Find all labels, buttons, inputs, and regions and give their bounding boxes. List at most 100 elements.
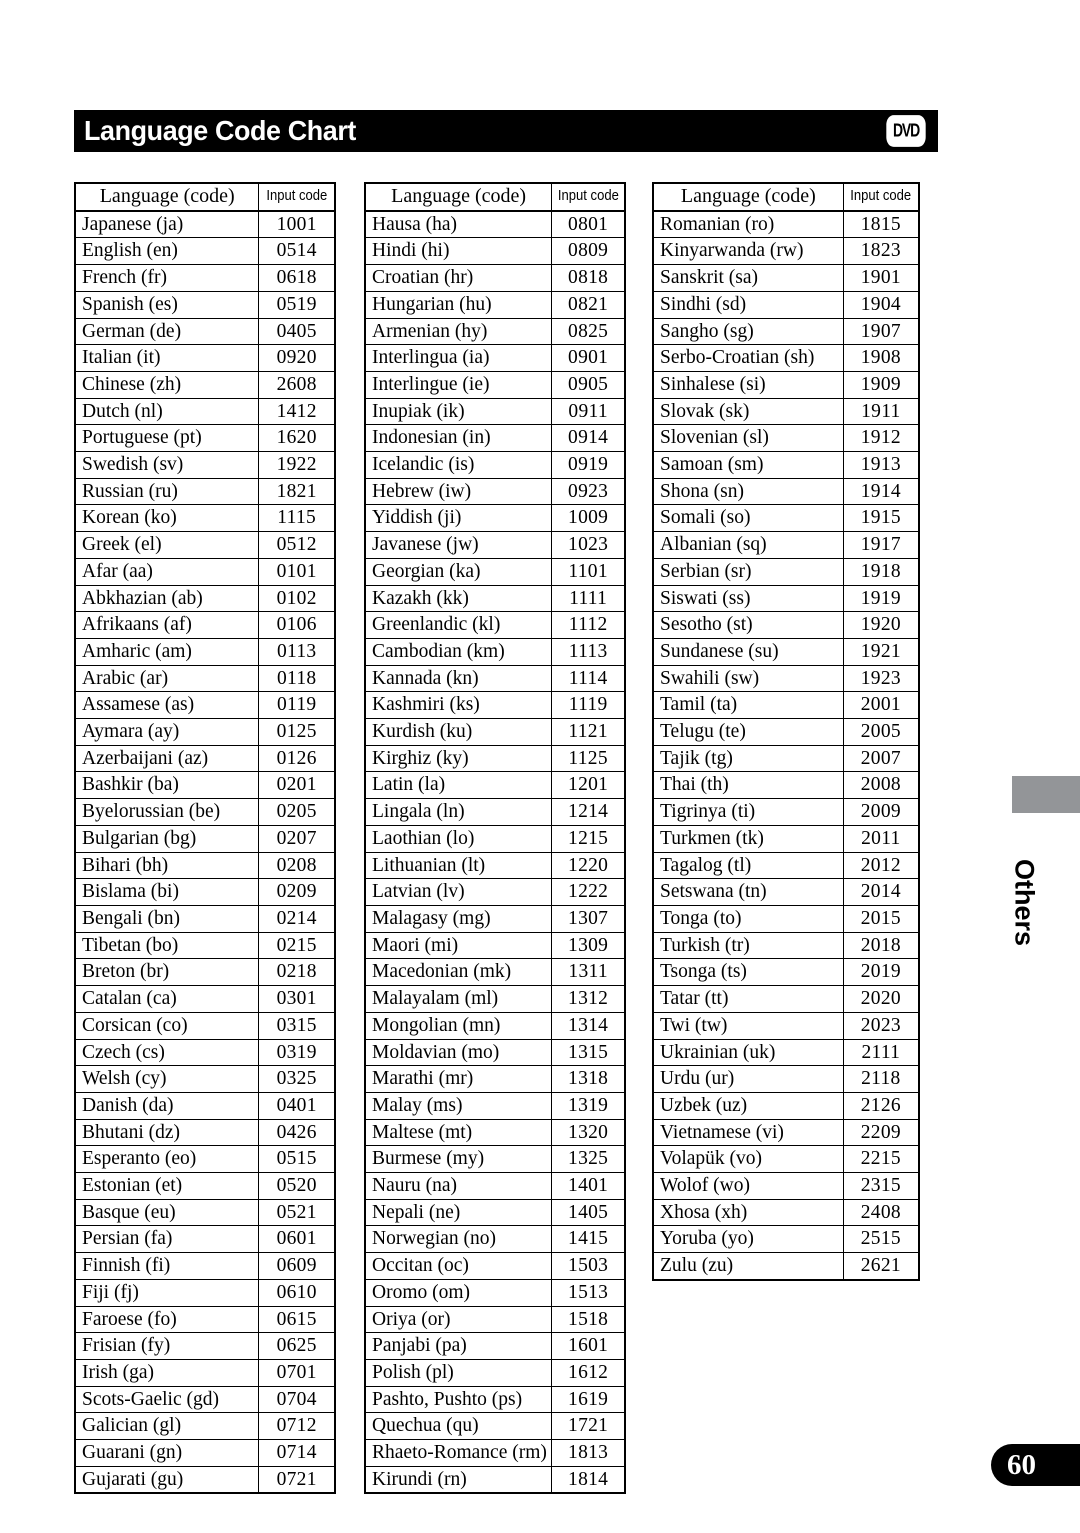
table-row: Wolof (wo) 2315 [652,1172,920,1200]
cell-input-code: 0905 [551,370,626,399]
cell-language-name: Ukrainian (uk) [652,1038,844,1067]
cell-input-code: 0911 [551,397,626,426]
cell-language-name: Sangho (sg) [652,317,844,346]
cell-language-name: Czech (cs) [74,1038,260,1067]
table-row: Pashto, Pushto (ps) 1619 [364,1385,626,1414]
cell-input-code: 0801 [551,210,626,239]
cell-language-name: Bashkir (ba) [74,771,260,800]
table-row: Finnish (fi) 0609 [74,1252,336,1280]
cell-language-name: Swedish (sv) [74,451,260,479]
cell-input-code: 1119 [551,691,626,720]
table-row: Korean (ko) 1115 [74,504,336,533]
table-row: Samoan (sm) 1913 [652,451,920,479]
cell-language-name: Hebrew (iw) [364,477,553,506]
cell-language-name: Nauru (na) [364,1172,553,1200]
table-row: Scots-Gaelic (gd) 0704 [74,1385,336,1414]
table-row: Greek (el) 0512 [74,531,336,559]
cell-input-code: 1115 [258,504,336,533]
cell-language-name: Chinese (zh) [74,370,260,399]
table-row: Somali (so) 1915 [652,504,920,533]
cell-input-code: 2014 [842,878,920,906]
table-row: Icelandic (is) 0919 [364,451,626,479]
cell-language-name: Finnish (fi) [74,1252,260,1280]
table-row: Russian (ru) 1821 [74,477,336,506]
table-row: Fiji (fj) 0610 [74,1278,336,1307]
page-title: Language Code Chart [84,115,356,146]
cell-input-code: 2015 [842,904,920,933]
cell-language-name: Catalan (ca) [74,985,260,1013]
table-row: Bulgarian (bg) 0207 [74,824,336,853]
cell-input-code: 0901 [551,344,626,372]
cell-input-code: 0218 [258,958,336,987]
cell-language-name: Oromo (om) [364,1278,553,1307]
cell-language-name: Urdu (ur) [652,1065,844,1093]
cell-input-code: 0821 [551,290,626,319]
cell-language-name: Tigrinya (ti) [652,798,844,826]
cell-input-code: 1612 [551,1358,626,1387]
table-row: Lithuanian (lt) 1220 [364,851,626,880]
cell-language-name: Persian (fa) [74,1225,260,1254]
table-row: Kannada (kn) 1114 [364,664,626,693]
cell-input-code: 2007 [842,744,920,773]
cell-language-name: Polish (pl) [364,1358,553,1387]
table-row: Afrikaans (af) 0106 [74,611,336,639]
cell-input-code: 1325 [551,1145,626,1174]
table-row: Danish (da) 0401 [74,1091,336,1120]
table-row: Serbian (sr) 1918 [652,557,920,586]
cell-input-code: 0610 [258,1278,336,1307]
page-number-tab: 60 [991,1444,1080,1486]
cell-language-name: Sindhi (sd) [652,290,844,319]
cell-language-name: Siswati (ss) [652,584,844,613]
cell-input-code: 1620 [258,424,336,453]
column-header-language: Language (code) [74,182,260,212]
cell-input-code: 1917 [842,531,920,559]
cell-input-code: 0207 [258,824,336,853]
cell-input-code: 2209 [842,1118,920,1147]
cell-input-code: 1001 [258,210,336,239]
table-row: Oromo (om) 1513 [364,1278,626,1307]
cell-language-name: Pashto, Pushto (ps) [364,1385,553,1414]
cell-language-name: Breton (br) [74,958,260,987]
table-row: Burmese (my) 1325 [364,1145,626,1174]
table-row: Thai (th) 2008 [652,771,920,800]
cell-input-code: 1314 [551,1011,626,1040]
table-row: Yoruba (yo) 2515 [652,1225,920,1254]
cell-language-name: Kirundi (rn) [364,1465,553,1494]
cell-input-code: 1920 [842,611,920,639]
table-row: Telugu (te) 2005 [652,718,920,746]
cell-input-code: 2215 [842,1145,920,1174]
table-row: Hausa (ha) 0801 [364,210,626,239]
cell-input-code: 1619 [551,1385,626,1414]
cell-language-name: Latvian (lv) [364,878,553,906]
cell-language-name: Javanese (jw) [364,531,553,559]
language-code-tables: Language (code) Input code Japanese (ja) 10… [74,182,940,1495]
cell-language-name: Nepali (ne) [364,1198,553,1227]
table-row: Maori (mi) 1309 [364,931,626,960]
table-row: Amharic (am) 0113 [74,637,336,666]
table-row: Turkmen (tk) 2011 [652,824,920,853]
table-header-row: Language (code) Input code [364,182,625,212]
table-row: Mongolian (mn) 1314 [364,1011,626,1040]
section-tab-marker [1012,776,1080,813]
cell-input-code: 1315 [551,1038,626,1067]
cell-language-name: Azerbaijani (az) [74,744,260,773]
cell-language-name: Icelandic (is) [364,451,553,479]
cell-input-code: 0520 [258,1172,336,1200]
cell-input-code: 1901 [842,264,920,292]
cell-input-code: 0521 [258,1198,336,1227]
cell-input-code: 0625 [258,1332,336,1360]
cell-input-code: 0914 [551,424,626,453]
table-row: Nauru (na) 1401 [364,1172,626,1200]
table-row: Quechua (qu) 1721 [364,1412,626,1441]
table-row: Swahili (sw) 1923 [652,664,920,693]
cell-language-name: Sundanese (su) [652,637,844,666]
cell-input-code: 1319 [551,1091,626,1120]
cell-language-name: Setswana (tn) [652,878,844,906]
cell-language-name: Kashmiri (ks) [364,691,553,720]
table-row: Breton (br) 0218 [74,958,336,987]
cell-language-name: Lingala (ln) [364,798,553,826]
cell-input-code: 1023 [551,531,626,559]
cell-input-code: 0315 [258,1011,336,1040]
table-row: Portuguese (pt) 1620 [74,424,336,453]
cell-input-code: 2001 [842,691,920,720]
